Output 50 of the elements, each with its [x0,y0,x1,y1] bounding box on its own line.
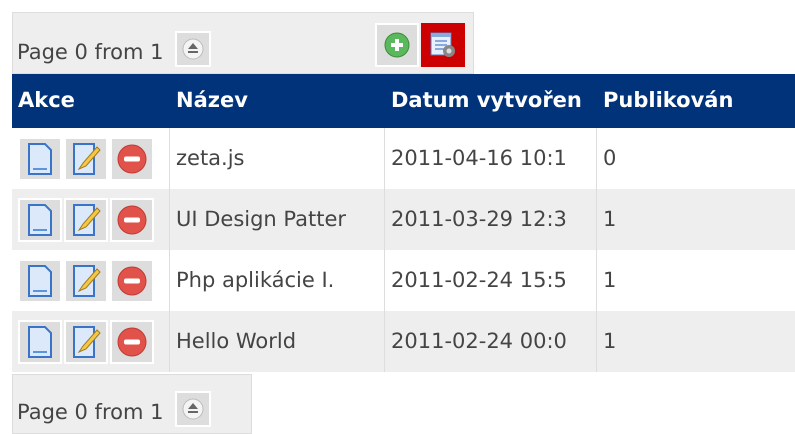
table-cell-text: 2011-02-24 15:5 [391,266,567,294]
table-cell-text: 1 [603,206,616,233]
eject-icon [182,398,204,420]
settings-button[interactable] [421,23,465,67]
minus-circle-icon [117,266,147,296]
table-cell-text: Php aplikácie I. [176,266,334,294]
document-icon [26,324,54,358]
table-cell-text: UI Design Patter [176,206,346,233]
minus-circle-icon [117,144,147,174]
view-button[interactable] [18,258,62,302]
minus-circle-icon [117,204,147,234]
pencil-document-icon [71,202,101,236]
table-cell-text: 2011-02-24 00:0 [391,328,567,355]
document-icon [26,202,54,236]
delete-button[interactable] [110,198,154,242]
column-header[interactable]: Akce [12,85,170,117]
page-count-label: Page 0 from 1 [17,42,164,66]
eject-icon [182,38,204,60]
table-gear-icon [429,31,457,59]
pencil-document-icon [71,264,101,298]
view-button[interactable] [18,320,62,364]
table-cell-text: 1 [603,328,616,355]
table-cell-text: 2011-03-29 12:3 [391,206,567,233]
document-icon [26,264,54,298]
add-button[interactable] [375,23,419,67]
edit-button[interactable] [64,320,108,364]
document-icon [26,142,54,176]
pencil-document-icon [71,324,101,358]
table-cell-text: zeta.js [176,144,244,172]
edit-button[interactable] [64,136,108,180]
column-header[interactable]: Název [170,85,385,117]
table-cell-text: 0 [603,144,616,172]
delete-button[interactable] [110,136,154,180]
plus-circle-icon [384,32,410,58]
delete-button[interactable] [110,320,154,364]
edit-button[interactable] [64,258,108,302]
delete-button[interactable] [110,258,154,302]
minus-circle-icon [117,326,147,356]
page-count-label: Page 0 from 1 [17,402,164,426]
pencil-document-icon [71,142,101,176]
view-button[interactable] [18,136,62,180]
table-cell-text: 1 [603,266,616,294]
table-cell-text: Hello World [176,328,296,355]
view-button[interactable] [18,198,62,242]
page-menu-button[interactable] [175,31,212,67]
edit-button[interactable] [64,198,108,242]
page-menu-button[interactable] [175,391,212,427]
table-cell-text: 2011-04-16 10:1 [391,144,567,172]
column-header[interactable]: Datum vytvořen [385,85,597,117]
column-header[interactable]: Publikován [597,85,795,117]
